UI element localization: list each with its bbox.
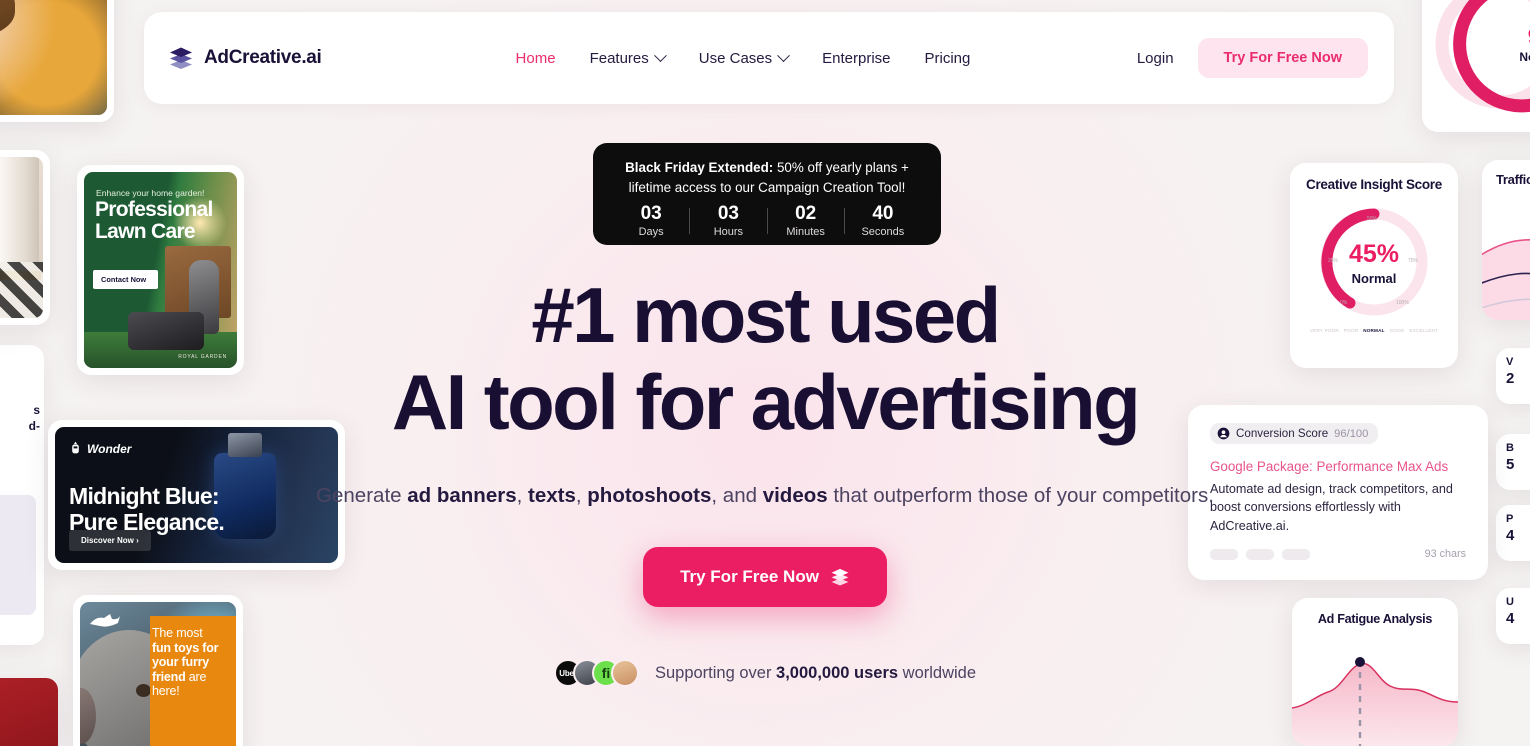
nav-links: Home Features Use Cases Enterprise Prici… [516, 48, 971, 67]
promo-bold-prefix: Black Friday Extended: [625, 160, 774, 175]
sub-part: that outperform those of your competitor… [827, 483, 1214, 507]
hero-subheading: Generate ad banners, texts, photoshoots,… [0, 481, 1530, 511]
nav-label: Features [589, 49, 649, 67]
promo-text: Black Friday Extended: 50% off yearly pl… [613, 158, 921, 198]
sub-part: , [516, 483, 529, 507]
nav-link-pricing[interactable]: Pricing [925, 50, 971, 67]
countdown-label: Seconds [861, 225, 905, 238]
chevron-down-icon [653, 48, 667, 62]
hero-cta-wrap: Try For Free Now [0, 547, 1530, 608]
brand-logo[interactable]: AdCreative.ai [168, 45, 322, 71]
cube-icon [830, 567, 850, 587]
sub-part: , and [711, 483, 763, 507]
nav-label: Pricing [924, 49, 971, 67]
nav-label: Use Cases [698, 49, 773, 67]
avatar-group: Uber fi [553, 659, 639, 688]
countdown-label: Hours [713, 225, 744, 238]
countdown-value: 03 [717, 202, 739, 224]
social-suffix: worldwide [898, 663, 977, 682]
social-proof: Uber fi Supporting over 3,000,000 users … [0, 659, 1530, 688]
sub-part-bold: photoshoots [587, 483, 712, 507]
social-count: 3,000,000 users [776, 663, 899, 682]
sub-part-bold: texts [528, 483, 576, 507]
ad-creative-savings[interactable]: avings ite! [0, 678, 58, 746]
countdown-minutes: 02 Minutes [768, 202, 844, 238]
hero-try-for-free-button[interactable]: Try For Free Now [643, 547, 887, 608]
sub-part-bold: videos [762, 483, 828, 507]
nav-link-features[interactable]: Features [589, 48, 667, 67]
navbar: AdCreative.ai Home Features Use Cases En… [144, 12, 1394, 104]
countdown-value: 02 [795, 202, 817, 224]
promo-banner: Black Friday Extended: 50% off yearly pl… [593, 143, 941, 245]
countdown-value: 03 [640, 202, 662, 224]
countdown-seconds: 40 Seconds [845, 202, 921, 238]
brand-name: AdCreative.ai [204, 47, 322, 68]
countdown-hours: 03 Hours [690, 202, 766, 238]
landing-page: ore tessori for child's th! s d- [0, 0, 1530, 746]
cta-label: Try For Free Now [680, 567, 819, 587]
try-for-free-nav-button[interactable]: Try For Free Now [1197, 38, 1368, 78]
social-proof-text: Supporting over 3,000,000 users worldwid… [655, 664, 976, 683]
countdown-label: Days [638, 225, 664, 238]
countdown-timer: 03 Days 03 Hours 02 Minutes 40 Seconds [613, 202, 921, 238]
nav-label: Enterprise [822, 49, 891, 67]
stacked-cube-logo-icon [168, 45, 194, 71]
chevron-down-icon [777, 48, 790, 62]
nav-link-use-cases[interactable]: Use Cases [698, 48, 790, 67]
sub-part: Generate [316, 483, 408, 507]
avatar-person-blonde [610, 659, 639, 688]
social-prefix: Supporting over [654, 663, 777, 682]
nav-link-enterprise[interactable]: Enterprise [822, 50, 890, 67]
nav-label: Home [515, 49, 556, 67]
countdown-label: Minutes [786, 225, 825, 238]
nav-link-home[interactable]: Home [516, 50, 556, 67]
page-title: #1 most used AI tool for advertising [0, 271, 1530, 447]
sub-part-bold: ad banners [407, 483, 517, 507]
login-link[interactable]: Login [1137, 50, 1174, 67]
sub-part: , [575, 483, 588, 507]
headline-line-2: AI tool for advertising [391, 358, 1141, 447]
countdown-value: 40 [872, 202, 894, 224]
headline-line-1: #1 most used [531, 271, 1001, 359]
nav-actions: Login Try For Free Now [1137, 38, 1368, 78]
countdown-days: 03 Days [613, 202, 689, 238]
